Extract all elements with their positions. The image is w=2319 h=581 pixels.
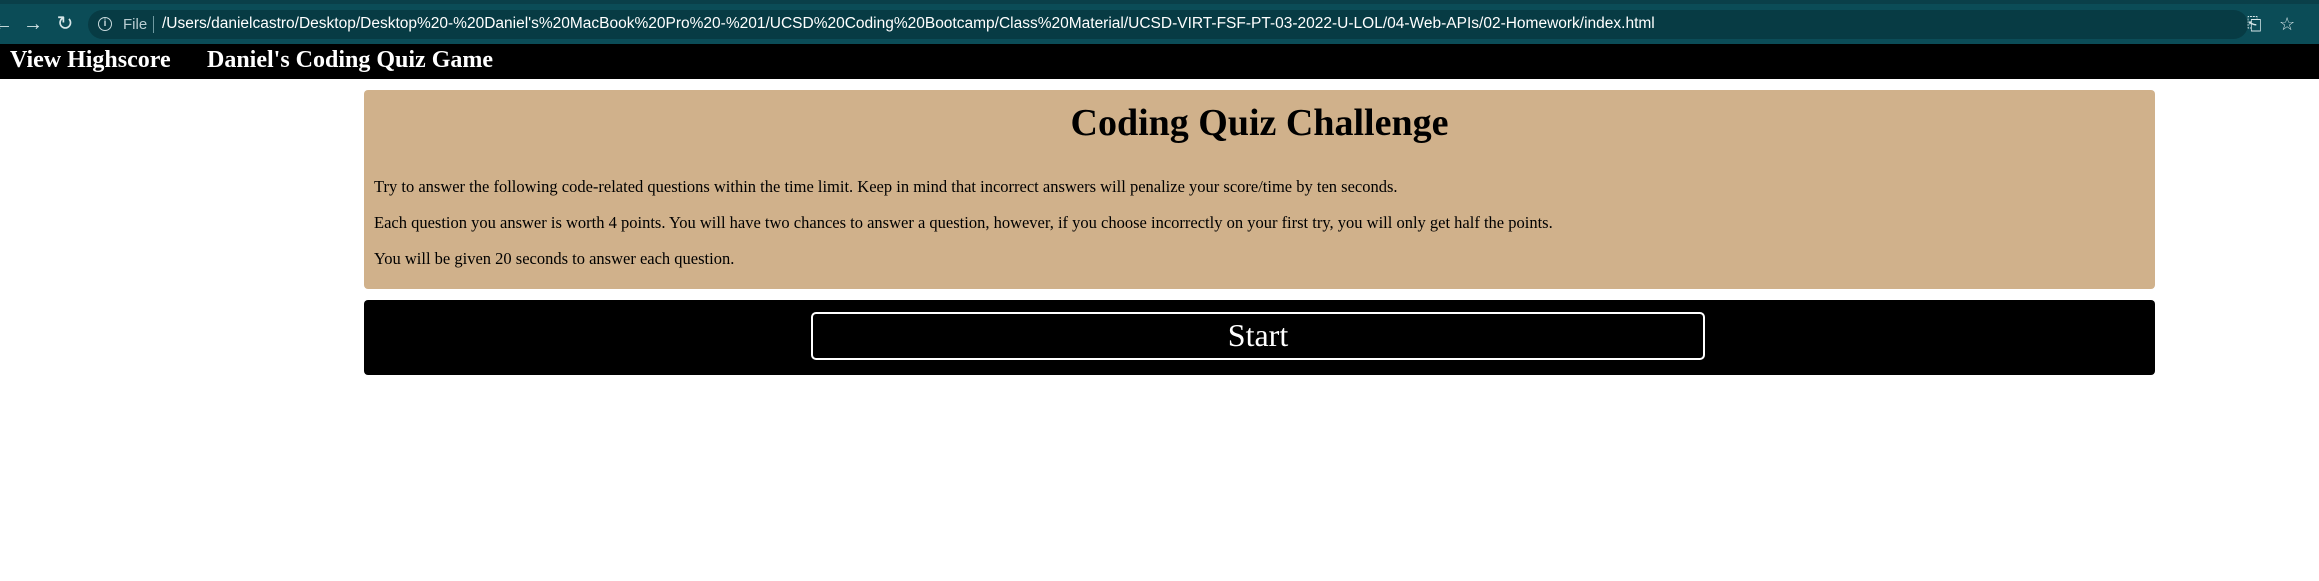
intro-paragraph: You will be given 20 seconds to answer e… — [374, 249, 735, 268]
browser-toolbar: ← → ↻ i File /Users/danielcastro/Desktop… — [0, 0, 2319, 44]
reload-icon[interactable]: ↻ — [54, 13, 76, 35]
address-separator — [153, 16, 154, 33]
intro-paragraph: Try to answer the following code-related… — [374, 177, 1398, 196]
forward-icon[interactable]: → — [22, 13, 44, 35]
page-title: Coding Quiz Challenge — [1070, 102, 1449, 144]
bookmark-star-icon[interactable]: ☆ — [2279, 14, 2295, 35]
share-icon[interactable]: ⎗ — [2247, 14, 2261, 35]
start-panel: Start — [364, 300, 2155, 375]
site-title: Daniel's Coding Quiz Game — [207, 47, 494, 73]
url-scheme-label: File — [123, 16, 148, 33]
info-icon[interactable]: i — [98, 17, 112, 31]
address-bar[interactable]: i File /Users/danielcastro/Desktop/Deskt… — [88, 10, 2295, 39]
view-highscore-link[interactable]: View Highscore — [10, 47, 171, 74]
site-header: View Highscore Daniel's Coding Quiz Game — [0, 44, 2319, 79]
back-icon[interactable]: ← — [0, 13, 14, 35]
intro-card: Coding Quiz Challenge Try to answer the … — [364, 90, 2155, 289]
start-button[interactable]: Start — [811, 312, 1705, 360]
url-text[interactable]: /Users/danielcastro/Desktop/Desktop%20-%… — [162, 15, 1655, 33]
intro-paragraph: Each question you answer is worth 4 poin… — [374, 213, 1553, 232]
